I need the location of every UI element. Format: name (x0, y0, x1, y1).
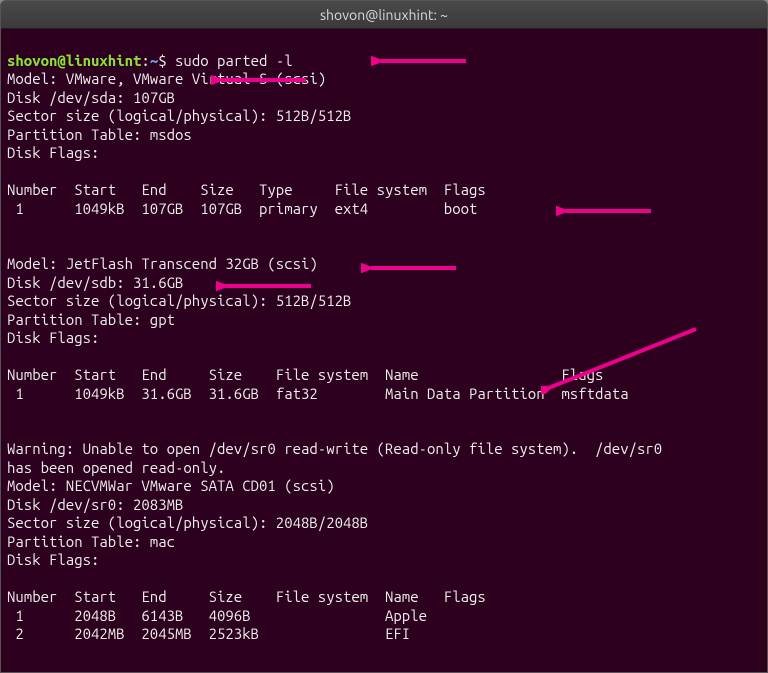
disk3-model: Model: NECVMWar VMware SATA CD01 (scsi) (7, 477, 335, 494)
disk2-flags: Disk Flags: (7, 329, 99, 346)
disk1-row: 1 1049kB 107GB 107GB primary ext4 boot (7, 200, 477, 217)
disk3-ptable: Partition Table: mac (7, 533, 175, 550)
annotation-arrow (361, 259, 461, 277)
disk3-row1: 1 2048B 6143B 4096B Apple (7, 607, 427, 624)
terminal-viewport[interactable]: shovon@linuxhint:~$ sudo parted -l Model… (1, 29, 767, 673)
command-text: sudo parted -l (175, 52, 293, 69)
annotation-arrow (541, 324, 701, 394)
disk1-model: Model: VMware, VMware Virtual S (scsi) (7, 70, 326, 87)
disk3-flags: Disk Flags: (7, 551, 99, 568)
disk3-row2: 2 2042MB 2045MB 2523kB EFI (7, 625, 410, 642)
annotation-arrow (556, 202, 656, 220)
disk1-ptable: Partition Table: msdos (7, 126, 192, 143)
disk1-header: Number Start End Size Type File system F… (7, 181, 486, 198)
titlebar: shovon@linuxhint: ~ (1, 1, 767, 29)
prompt-dollar: $ (158, 52, 175, 69)
disk2-sector: Sector size (logical/physical): 512B/512… (7, 292, 351, 309)
disk2-header: Number Start End Size File system Name F… (7, 366, 603, 383)
disk1-flags: Disk Flags: (7, 144, 99, 161)
disk3-sector: Sector size (logical/physical): 2048B/20… (7, 514, 368, 531)
disk3-header: Number Start End Size File system Name F… (7, 588, 486, 605)
disk3-disk: Disk /dev/sr0: 2083MB (7, 496, 183, 513)
disk1-disk: Disk /dev/sda: 107GB (7, 89, 175, 106)
disk2-model: Model: JetFlash Transcend 32GB (scsi) (7, 255, 318, 272)
prompt-line-1: shovon@linuxhint:~$ sudo parted -l (7, 52, 293, 69)
prompt-path: ~ (150, 52, 158, 69)
prompt-user-host: shovon@linuxhint (7, 52, 141, 69)
disk1-sector: Sector size (logical/physical): 512B/512… (7, 107, 351, 124)
terminal-window: shovon@linuxhint: ~ shovon@linuxhint:~$ … (0, 0, 768, 673)
disk2-disk: Disk /dev/sdb: 31.6GB (7, 274, 183, 291)
warning-text: Warning: Unable to open /dev/sr0 read-wr… (7, 440, 662, 476)
window-title: shovon@linuxhint: ~ (320, 7, 448, 23)
prompt-colon: : (141, 52, 149, 69)
disk2-ptable: Partition Table: gpt (7, 311, 175, 328)
annotation-arrow (371, 52, 471, 70)
disk2-row: 1 1049kB 31.6GB 31.6GB fat32 Main Data P… (7, 385, 629, 402)
